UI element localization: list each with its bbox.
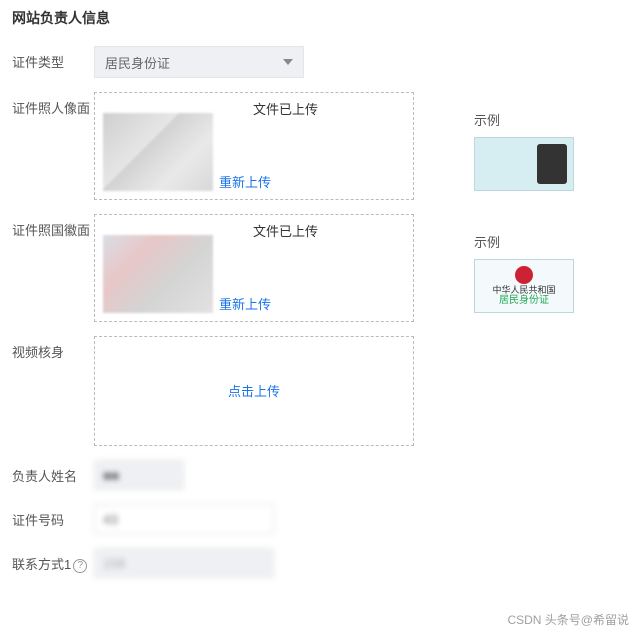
id-back-thumbnail	[103, 235, 213, 313]
help-icon[interactable]: ?	[73, 559, 87, 573]
label-name: 负责人姓名	[4, 460, 94, 485]
row-photo-front: 证件照人像面 文件已上传 重新上传 示例	[4, 92, 633, 200]
example-front: 示例	[474, 92, 584, 191]
example-card-front	[474, 137, 574, 191]
example-label-front: 示例	[474, 110, 584, 129]
click-upload-link[interactable]: 点击上传	[103, 381, 405, 400]
label-photo-back: 证件照国徽面	[4, 214, 94, 239]
label-id-number: 证件号码	[4, 504, 94, 529]
watermark: CSDN 头条号@希留说	[507, 611, 629, 628]
id-type-value: 居民身份证	[105, 53, 170, 72]
upload-box-back: 文件已上传 重新上传	[94, 214, 414, 322]
label-video: 视频核身	[4, 336, 94, 361]
upload-status-front: 文件已上传	[253, 99, 405, 118]
contact1-input[interactable]	[94, 548, 274, 578]
example-label-back: 示例	[474, 232, 584, 251]
row-id-type: 证件类型 居民身份证	[4, 46, 633, 78]
example-back-text: 中华人民共和国 居民身份证	[492, 286, 555, 307]
row-video: 视频核身 点击上传	[4, 336, 633, 446]
emblem-icon	[515, 266, 533, 284]
example-card-back: 中华人民共和国 居民身份证	[474, 259, 574, 313]
row-photo-back: 证件照国徽面 文件已上传 重新上传 示例 中华人民共和国 居民身份证	[4, 214, 633, 322]
upload-status-back: 文件已上传	[253, 221, 405, 240]
id-number-input[interactable]	[94, 504, 274, 534]
row-contact1: 联系方式1?	[4, 548, 633, 578]
id-type-select[interactable]: 居民身份证	[94, 46, 304, 78]
section-title: 网站负责人信息	[4, 4, 633, 46]
upload-box-front: 文件已上传 重新上传	[94, 92, 414, 200]
reupload-front-link[interactable]: 重新上传	[219, 175, 271, 190]
example-back: 示例 中华人民共和国 居民身份证	[474, 214, 584, 313]
label-contact1: 联系方式1?	[4, 548, 94, 574]
label-id-type: 证件类型	[4, 46, 94, 71]
name-input[interactable]	[94, 460, 184, 490]
row-name: 负责人姓名	[4, 460, 633, 490]
chevron-down-icon	[283, 59, 293, 65]
id-front-thumbnail	[103, 113, 213, 191]
label-photo-front: 证件照人像面	[4, 92, 94, 117]
reupload-back-link[interactable]: 重新上传	[219, 297, 271, 312]
row-id-number: 证件号码	[4, 504, 633, 534]
upload-box-video[interactable]: 点击上传	[94, 336, 414, 446]
